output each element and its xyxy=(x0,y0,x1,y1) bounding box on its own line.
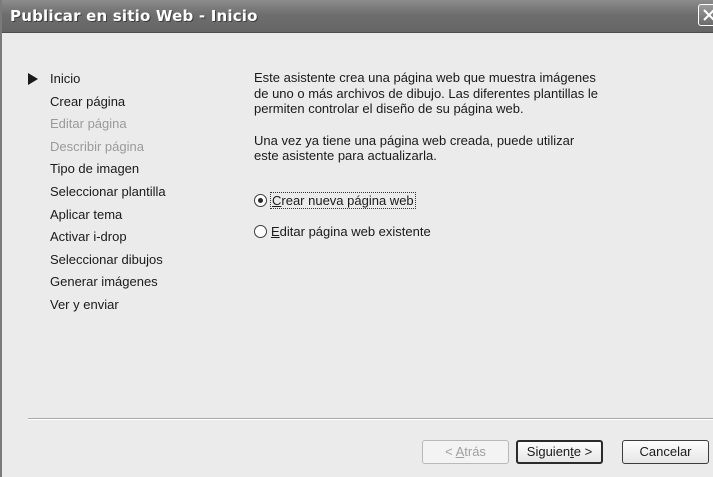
wizard-content: Este asistente crea una página web que m… xyxy=(254,70,654,164)
arrow-right-icon xyxy=(28,73,38,85)
wizard-window: Publicar en sitio Web - Inicio Inicio Cr… xyxy=(0,0,713,477)
step-describir-pagina: Describir página xyxy=(28,138,166,161)
create-page-label[interactable]: Crear nueva página web xyxy=(270,191,416,209)
step-label: Editar página xyxy=(50,116,127,132)
intro-text: Este asistente crea una página web que m… xyxy=(254,70,598,116)
step-ver-enviar: Ver y enviar xyxy=(28,296,166,319)
step-label: Describir página xyxy=(50,138,144,154)
step-seleccionar-dibujos: Seleccionar dibujos xyxy=(28,251,166,274)
edit-page-radio[interactable] xyxy=(254,224,267,238)
step-label: Inicio xyxy=(50,71,81,86)
update-note-text: Una vez ya tiene una página web creada, … xyxy=(254,132,575,164)
step-label: Seleccionar plantilla xyxy=(50,183,166,199)
title-bar[interactable]: Publicar en sitio Web - Inicio xyxy=(2,0,713,33)
step-crear-pagina: Crear página xyxy=(28,93,166,116)
step-label: Activar i-drop xyxy=(50,229,127,245)
step-label: Ver y enviar xyxy=(50,296,119,312)
step-label: Crear página xyxy=(50,93,126,109)
step-activar-idrop: Activar i-drop xyxy=(28,228,166,251)
step-tipo-imagen: Tipo de imagen xyxy=(28,160,166,183)
step-label: Seleccionar dibujos xyxy=(50,251,163,267)
step-label: Aplicar tema xyxy=(50,206,123,222)
step-seleccionar-plantilla: Seleccionar plantilla xyxy=(28,183,166,206)
wizard-steps-list: Inicio Crear página Editar página Descri… xyxy=(28,70,166,319)
step-label: Tipo de imagen xyxy=(50,161,140,177)
footer-separator xyxy=(28,418,713,420)
window-title: Publicar en sitio Web - Inicio xyxy=(10,7,258,25)
step-label: Generar imágenes xyxy=(50,274,158,290)
step-editar-pagina: Editar página xyxy=(28,115,166,138)
back-button[interactable]: < Atrás xyxy=(422,440,509,464)
create-page-radio[interactable] xyxy=(254,193,267,207)
close-icon xyxy=(703,9,713,21)
cancel-button[interactable]: Cancelar xyxy=(622,440,709,464)
step-generar-imagenes: Generar imágenes xyxy=(28,273,166,296)
edit-page-label[interactable]: Editar página web existente xyxy=(271,224,431,239)
create-page-option[interactable]: Crear nueva página web xyxy=(254,191,416,209)
step-aplicar-tema: Aplicar tema xyxy=(28,206,166,229)
next-button[interactable]: Siguiente > xyxy=(516,440,603,464)
step-inicio: Inicio xyxy=(28,70,166,93)
close-button[interactable] xyxy=(698,4,713,26)
edit-page-option[interactable]: Editar página web existente xyxy=(254,222,431,240)
